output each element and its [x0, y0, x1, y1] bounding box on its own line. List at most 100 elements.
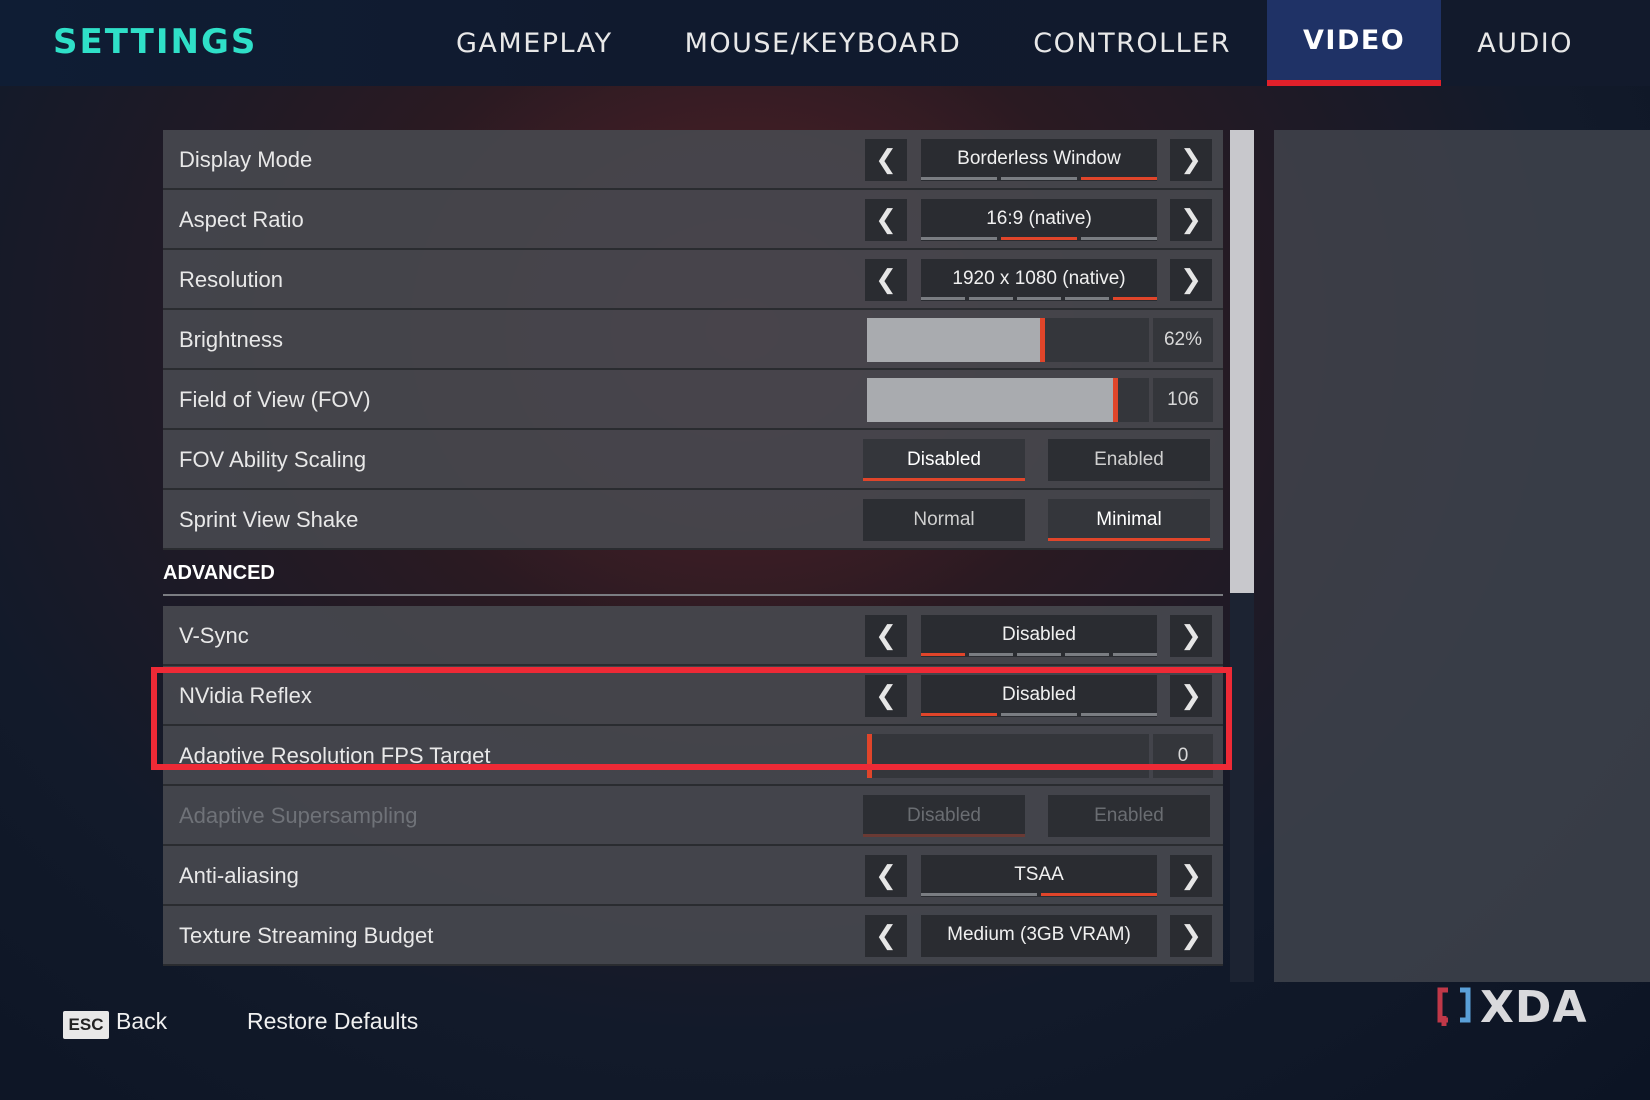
setting-label: Resolution [179, 267, 283, 292]
option-tick [969, 297, 1013, 300]
option-tick [1001, 177, 1077, 180]
setting-row-texture-streaming: Texture Streaming Budget ❮ Medium (3GB V… [163, 906, 1223, 966]
next-option-button[interactable]: ❯ [1170, 199, 1212, 241]
tab-video[interactable]: VIDEO [1267, 0, 1442, 86]
highlight-annotation-box [151, 667, 1232, 770]
option-indicator [921, 237, 1157, 240]
option-tick [1017, 653, 1061, 656]
option-indicator [921, 893, 1157, 896]
fov-ability-scaling-disabled-option[interactable]: Disabled [863, 439, 1025, 481]
brightness-slider[interactable] [867, 318, 1149, 362]
previous-option-button[interactable]: ❮ [865, 259, 907, 301]
back-button[interactable]: Back [116, 1008, 167, 1035]
aspect-ratio-value: 16:9 (native) [921, 199, 1157, 241]
setting-row-fov-ability-scaling: FOV Ability Scaling Disabled Enabled [163, 430, 1223, 490]
tab-mouse-keyboard[interactable]: MOUSE/KEYBOARD [649, 0, 998, 86]
option-indicator [921, 297, 1157, 300]
previous-option-button[interactable]: ❮ [865, 139, 907, 181]
chevron-left-icon: ❮ [875, 265, 897, 295]
setting-label: Brightness [179, 327, 283, 352]
option-indicator [921, 653, 1157, 656]
scrollbar[interactable] [1230, 130, 1254, 982]
previous-option-button[interactable]: ❮ [865, 915, 907, 957]
previous-option-button[interactable]: ❮ [865, 199, 907, 241]
adaptive-supersampling-disabled-option: Disabled [863, 795, 1025, 837]
option-tick [1001, 237, 1077, 240]
chevron-left-icon: ❮ [875, 205, 897, 235]
chevron-right-icon: ❯ [1180, 861, 1202, 891]
sprint-view-shake-normal-option[interactable]: Normal [863, 499, 1025, 541]
next-option-button[interactable]: ❯ [1170, 615, 1212, 657]
fov-ability-scaling-enabled-option[interactable]: Enabled [1048, 439, 1210, 481]
option-tick [1113, 653, 1157, 656]
tab-gameplay[interactable]: GAMEPLAY [420, 0, 649, 86]
restore-defaults-button[interactable]: Restore Defaults [247, 1008, 418, 1035]
option-tick [1065, 297, 1109, 300]
xda-logo-icon [1436, 986, 1474, 1028]
option-tick [921, 237, 997, 240]
setting-label: Aspect Ratio [179, 207, 304, 232]
chevron-right-icon: ❯ [1180, 921, 1202, 951]
vsync-value: Disabled [921, 615, 1157, 657]
option-tick [921, 893, 1037, 896]
setting-label: V-Sync [179, 623, 249, 648]
esc-key-icon: ESC [63, 1011, 109, 1039]
setting-row-fov: Field of View (FOV) 106 [163, 370, 1223, 430]
settings-panel: Display Mode ❮ Borderless Window ❯ Aspec… [163, 130, 1223, 982]
previous-option-button[interactable]: ❮ [865, 855, 907, 897]
option-indicator [921, 177, 1157, 180]
scrollbar-thumb[interactable] [1230, 130, 1254, 593]
tab-audio[interactable]: AUDIO [1441, 0, 1609, 86]
slider-fill [867, 318, 1042, 362]
slider-handle[interactable] [1040, 318, 1045, 362]
setting-row-sprint-view-shake: Sprint View Shake Normal Minimal [163, 490, 1223, 550]
setting-label: FOV Ability Scaling [179, 447, 367, 472]
previous-option-button[interactable]: ❮ [865, 615, 907, 657]
option-tick [1065, 653, 1109, 656]
xda-watermark: XDA [1436, 981, 1588, 1033]
description-panel [1274, 130, 1650, 982]
setting-label: Anti-aliasing [179, 863, 299, 888]
setting-row-aspect-ratio: Aspect Ratio ❮ 16:9 (native) ❯ [163, 190, 1223, 250]
chevron-right-icon: ❯ [1180, 205, 1202, 235]
option-tick [1081, 237, 1157, 240]
setting-row-anti-aliasing: Anti-aliasing ❮ TSAA ❯ [163, 846, 1223, 906]
resolution-value: 1920 x 1080 (native) [921, 259, 1157, 301]
advanced-section-heading: ADVANCED [163, 550, 1223, 596]
setting-label: Adaptive Supersampling [179, 803, 418, 828]
watermark-text: XDA [1480, 981, 1588, 1033]
tab-controller[interactable]: CONTROLLER [997, 0, 1267, 86]
chevron-left-icon: ❮ [875, 861, 897, 891]
option-tick [921, 653, 965, 656]
next-option-button[interactable]: ❯ [1170, 915, 1212, 957]
fov-value: 106 [1153, 378, 1213, 422]
chevron-left-icon: ❮ [875, 145, 897, 175]
option-tick [1113, 297, 1157, 300]
fov-slider[interactable] [867, 378, 1149, 422]
option-tick [921, 177, 997, 180]
setting-label: Texture Streaming Budget [179, 923, 434, 948]
chevron-right-icon: ❯ [1180, 145, 1202, 175]
setting-row-adaptive-supersampling: Adaptive Supersampling Disabled Enabled [163, 786, 1223, 846]
adaptive-supersampling-enabled-option: Enabled [1048, 795, 1210, 837]
option-tick [921, 297, 965, 300]
anti-aliasing-value: TSAA [921, 855, 1157, 897]
chevron-right-icon: ❯ [1180, 621, 1202, 651]
slider-handle[interactable] [1113, 378, 1118, 422]
option-tick [1041, 893, 1157, 896]
next-option-button[interactable]: ❯ [1170, 259, 1212, 301]
setting-row-resolution: Resolution ❮ 1920 x 1080 (native) ❯ [163, 250, 1223, 310]
setting-row-display-mode: Display Mode ❮ Borderless Window ❯ [163, 130, 1223, 190]
chevron-left-icon: ❮ [875, 621, 897, 651]
top-bar: SETTINGS GAMEPLAY MOUSE/KEYBOARD CONTROL… [0, 0, 1650, 86]
next-option-button[interactable]: ❯ [1170, 855, 1212, 897]
next-option-button[interactable]: ❯ [1170, 139, 1212, 181]
setting-label: Sprint View Shake [179, 507, 359, 532]
setting-row-brightness: Brightness 62% [163, 310, 1223, 370]
sprint-view-shake-minimal-option[interactable]: Minimal [1048, 499, 1210, 541]
option-tick [1081, 177, 1157, 180]
texture-streaming-value: Medium (3GB VRAM) [921, 915, 1157, 957]
display-mode-value: Borderless Window [921, 139, 1157, 181]
settings-title: SETTINGS [53, 22, 258, 62]
setting-label: Field of View (FOV) [179, 387, 371, 412]
